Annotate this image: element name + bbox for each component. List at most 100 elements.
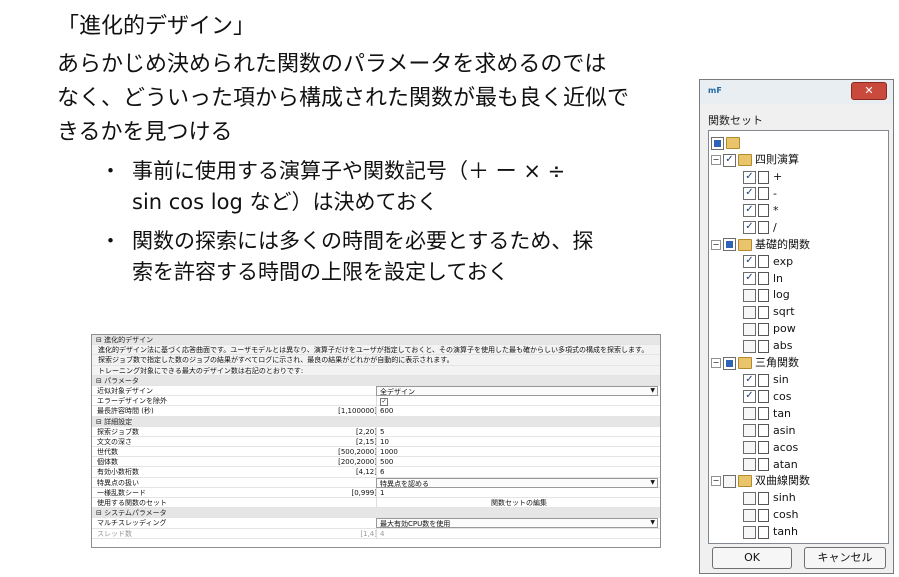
collapse-icon[interactable]: − [711, 239, 721, 250]
parameter-rows: 近似対象デザイン 全デザイン ▼ エラーデザインを除外 ✓ 最長許容時間 (秒) [1,10… [92, 385, 660, 417]
tree-item[interactable]: tan [743, 406, 791, 422]
param-row: スレッド数 [1,4] 4 [92, 528, 660, 539]
param-row: エラーデザインを除外 ✓ [92, 396, 660, 407]
param-input[interactable]: 5 [376, 426, 658, 437]
tree-group[interactable]: − 三角関数 [711, 355, 799, 371]
document-icon [758, 288, 769, 302]
tree-group[interactable]: − 双曲線関数 [711, 473, 810, 489]
dialog-label: 関数セット [708, 114, 763, 127]
function-tree[interactable]: − ✓ 四則演算 ✓ + ✓ - ✓ * ✓ / − 基礎的関数 ✓ exp ✓ ln log sqrt pow abs… [708, 130, 889, 544]
param-input[interactable]: 1000 [376, 447, 658, 458]
tree-group-label: 三角関数 [755, 356, 799, 369]
tree-checkbox[interactable] [743, 441, 756, 455]
document-icon [758, 407, 769, 421]
close-button[interactable]: ✕ [851, 82, 887, 100]
tree-item[interactable]: log [743, 287, 790, 303]
tree-item[interactable]: ✓ / [743, 220, 777, 236]
tree-checkbox[interactable] [723, 356, 736, 370]
document-icon [758, 221, 769, 235]
document-icon [758, 187, 769, 201]
param-row: 文文の深さ [2,15] 10 [92, 436, 660, 448]
param-input[interactable]: 600 [376, 406, 658, 417]
tree-checkbox[interactable] [723, 238, 736, 252]
tree-item[interactable]: ✓ + [743, 169, 782, 185]
tree-checkbox[interactable] [743, 525, 756, 539]
tree-checkbox[interactable] [743, 491, 756, 505]
tree-item[interactable]: acos [743, 440, 798, 456]
tree-checkbox[interactable]: ✓ [743, 187, 756, 201]
tree-item[interactable]: atan [743, 457, 798, 473]
param-row: 世代数 [500,2000] 1000 [92, 447, 660, 458]
bullet-line: 関数の探索には多くの時間を必要とするため、探 [132, 229, 594, 253]
tree-item[interactable]: ✓ cos [743, 389, 792, 405]
tree-checkbox[interactable] [711, 136, 724, 150]
tree-group[interactable]: − ✓ 四則演算 [711, 152, 799, 168]
edit-function-set-button[interactable]: 関数セットの編集 [376, 498, 658, 509]
param-dropdown[interactable]: 特異点を認める ▼ [376, 477, 658, 488]
tree-checkbox[interactable]: ✓ [743, 204, 756, 218]
param-input[interactable]: 1 [376, 487, 658, 499]
param-range: [2,20] [355, 427, 377, 436]
tree-checkbox[interactable]: ✓ [743, 170, 756, 184]
section-header-evolutionary[interactable]: ⊟ 進化的デザイン [92, 335, 660, 346]
tree-checkbox[interactable] [743, 305, 756, 319]
dialog-titlebar[interactable]: mF ✕ [700, 80, 893, 104]
tree-checkbox[interactable] [743, 458, 756, 471]
tree-item[interactable]: tanh [743, 524, 798, 540]
section-header-advanced[interactable]: ⊟ 詳細設定 [92, 416, 660, 427]
tree-group[interactable]: − 基礎的関数 [711, 237, 810, 253]
tree-item[interactable]: pow [743, 321, 796, 337]
dropdown-value: 最大有効CPU数を使用 [380, 520, 451, 529]
tree-item[interactable]: ✓ ln [743, 271, 783, 287]
tree-checkbox[interactable] [723, 474, 736, 488]
collapse-icon[interactable]: − [711, 358, 721, 368]
tree-item[interactable]: ✓ * [743, 203, 779, 219]
collapse-icon[interactable]: − [711, 155, 721, 165]
tree-checkbox[interactable]: ✓ [743, 255, 756, 269]
section-header-parameters[interactable]: ⊟ パラメータ [92, 375, 660, 386]
tree-checkbox[interactable] [743, 322, 756, 336]
tree-checkbox[interactable] [743, 339, 756, 353]
tree-checkbox[interactable]: ✓ [743, 390, 756, 404]
param-label: 有効小数桁数 [97, 468, 139, 477]
tree-item[interactable]: ✓ - [743, 186, 777, 202]
tree-checkbox[interactable]: ✓ [743, 221, 756, 235]
param-dropdown[interactable]: 全デザイン ▼ [376, 385, 658, 396]
tree-checkbox[interactable]: ✓ [743, 272, 756, 285]
tree-item[interactable]: ✓ exp [743, 254, 793, 270]
slide-title: 「進化的デザイン」 [57, 14, 256, 39]
document-icon [758, 458, 769, 471]
tree-item[interactable]: ✓ sin [743, 372, 789, 388]
tree-checkbox[interactable] [743, 508, 756, 522]
tree-item[interactable]: cosh [743, 507, 798, 523]
param-input[interactable]: 10 [376, 436, 658, 448]
tree-checkbox[interactable] [743, 288, 756, 302]
param-checkbox[interactable]: ✓ [380, 398, 388, 407]
param-input[interactable]: 6 [376, 467, 658, 478]
param-range: [4,12] [355, 468, 377, 477]
description-line: 探索ジョブ数で指定した数のジョブの結果がすべてログに示され、最良の結果がどれかが… [92, 355, 660, 366]
advanced-rows: 探索ジョブ数 [2,20] 5 文文の深さ [2,15] 10 世代数 [500,2000] 1… [92, 426, 660, 509]
tree-checkbox[interactable] [743, 424, 756, 438]
tree-item[interactable]: asin [743, 423, 796, 439]
tree-item[interactable]: sinh [743, 490, 796, 506]
ok-button[interactable]: OK [712, 547, 792, 569]
description-line: トレーニング対象にできる最大のデザイン数は右記のとおりです: [92, 365, 660, 376]
tree-root[interactable] [711, 135, 743, 151]
function-set-dialog: mF ✕ 関数セット − ✓ 四則演算 ✓ + ✓ - ✓ * ✓ / − 基礎的関数 ✓ exp ✓ ln lo… [699, 79, 894, 574]
tree-item-label: * [773, 203, 779, 217]
tree-checkbox[interactable]: ✓ [723, 153, 736, 167]
param-input[interactable]: 500 [376, 457, 658, 468]
collapse-icon[interactable]: − [711, 476, 721, 487]
tree-item-label: - [773, 186, 777, 200]
tree-item[interactable]: sqrt [743, 304, 795, 320]
param-label: マルチスレッディング [97, 519, 167, 528]
tree-checkbox[interactable] [743, 407, 756, 421]
tree-checkbox[interactable]: ✓ [743, 373, 756, 387]
document-icon [758, 170, 769, 184]
bullet-dot: ・ [100, 229, 121, 253]
param-dropdown[interactable]: 最大有効CPU数を使用 ▼ [376, 518, 658, 529]
section-header-system[interactable]: ⊟ システムパラメータ [92, 508, 660, 519]
cancel-button[interactable]: キャンセル [804, 547, 886, 569]
tree-item[interactable]: abs [743, 338, 792, 354]
